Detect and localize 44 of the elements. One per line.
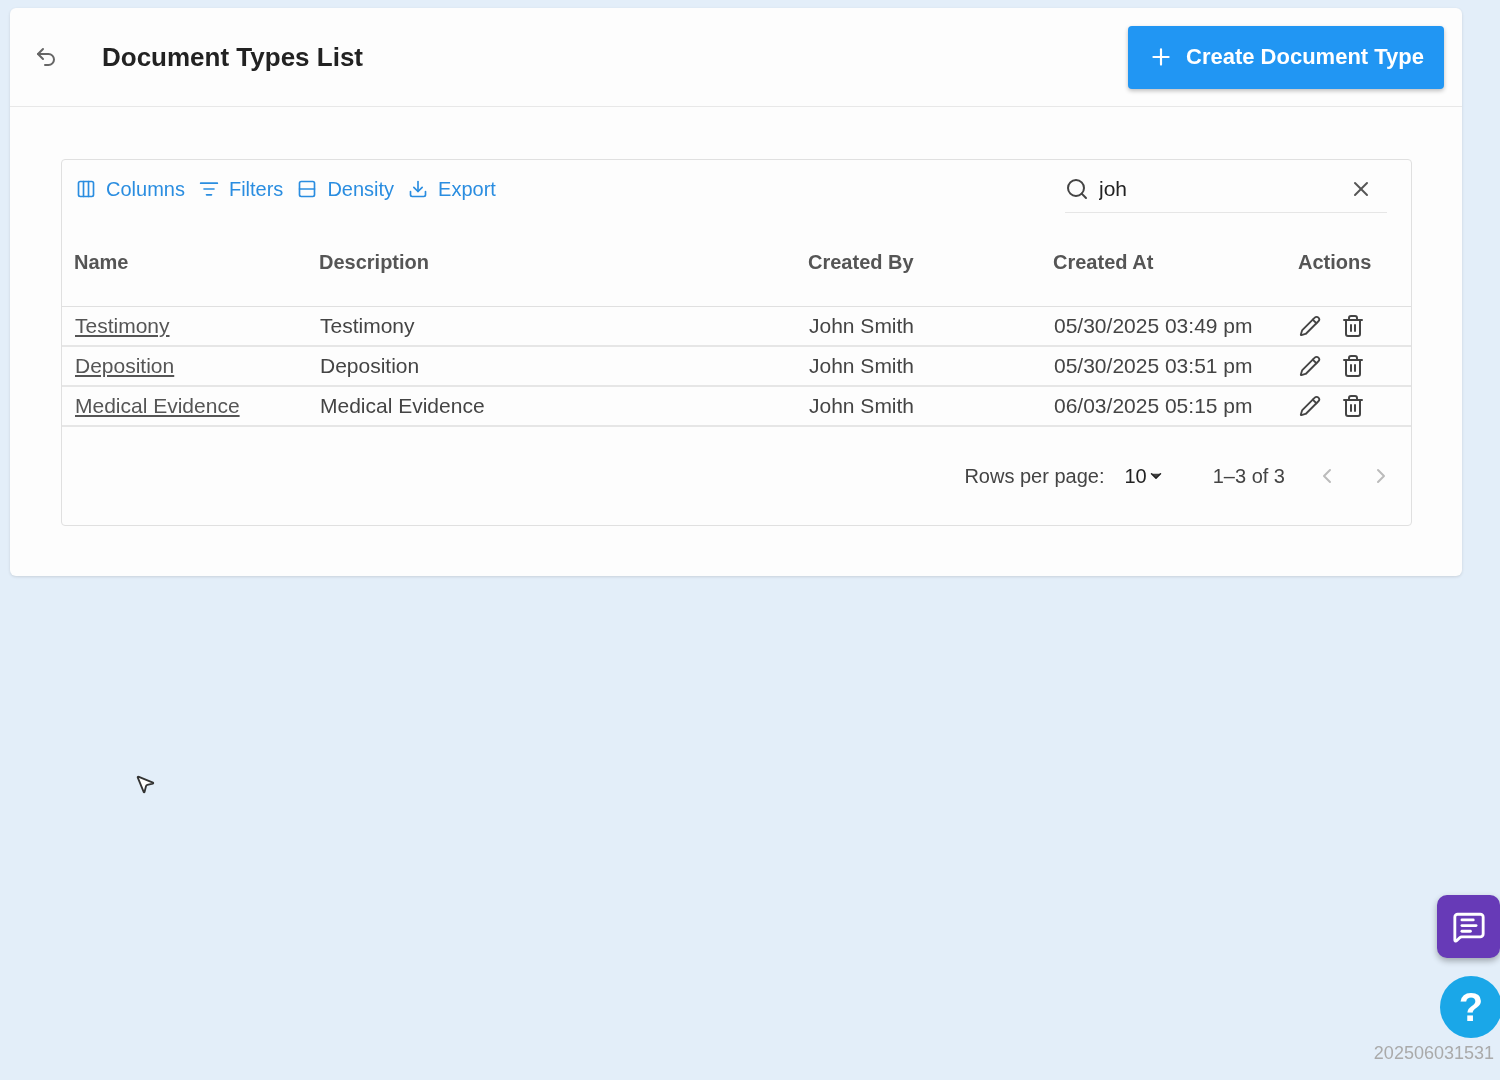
rows-per-page-select[interactable]: 10 xyxy=(1124,464,1165,488)
column-header[interactable]: Description xyxy=(307,218,796,307)
trash-icon xyxy=(1341,314,1365,338)
delete-button[interactable] xyxy=(1341,354,1365,378)
back-button[interactable] xyxy=(34,45,58,69)
table-cell: Medical Evidence xyxy=(307,387,796,427)
edit-button[interactable] xyxy=(1299,355,1321,377)
table-cell: John Smith xyxy=(796,387,1041,427)
edit-button[interactable] xyxy=(1299,395,1321,417)
column-header[interactable]: Created By xyxy=(796,218,1041,307)
delete-button[interactable] xyxy=(1341,314,1365,338)
name-link[interactable]: Deposition xyxy=(75,354,175,378)
delete-button[interactable] xyxy=(1341,394,1365,418)
trash-icon xyxy=(1341,394,1365,418)
edit-button[interactable] xyxy=(1299,315,1321,337)
rows-per-page-label: Rows per page: xyxy=(964,464,1105,488)
table-cell: Deposition xyxy=(307,347,796,387)
chat-button[interactable] xyxy=(1437,895,1500,958)
columns-icon xyxy=(76,179,96,199)
column-header[interactable]: Created At xyxy=(1041,218,1286,307)
density-icon xyxy=(297,179,318,199)
pencil-icon xyxy=(1299,315,1321,337)
table-cell: John Smith xyxy=(796,307,1041,347)
name-link[interactable]: Medical Evidence xyxy=(75,394,240,418)
mouse-pointer-icon xyxy=(134,773,156,795)
pencil-icon xyxy=(1299,355,1321,377)
page-range: 1–3 of 3 xyxy=(1212,464,1285,488)
table-cell: John Smith xyxy=(796,347,1041,387)
search-icon xyxy=(1065,176,1089,201)
column-header[interactable]: Name xyxy=(62,218,307,307)
table-cell: 06/03/2025 05:15 pm xyxy=(1041,387,1286,427)
table-cell: 05/30/2025 03:51 pm xyxy=(1041,347,1286,387)
table-cell: 05/30/2025 03:49 pm xyxy=(1041,307,1286,347)
back-icon xyxy=(34,45,58,69)
pencil-icon xyxy=(1299,395,1321,417)
filters-icon xyxy=(198,179,219,199)
table-cell: Testimony xyxy=(307,307,796,347)
page-title: Document Types List xyxy=(102,41,364,73)
name-link[interactable]: Testimony xyxy=(75,314,170,338)
trash-icon xyxy=(1341,354,1365,378)
search-field[interactable]: joh xyxy=(1097,175,1341,202)
column-header[interactable]: Actions xyxy=(1286,218,1411,307)
export-icon xyxy=(408,179,429,199)
version-label: 202506031531 xyxy=(1373,1043,1494,1064)
